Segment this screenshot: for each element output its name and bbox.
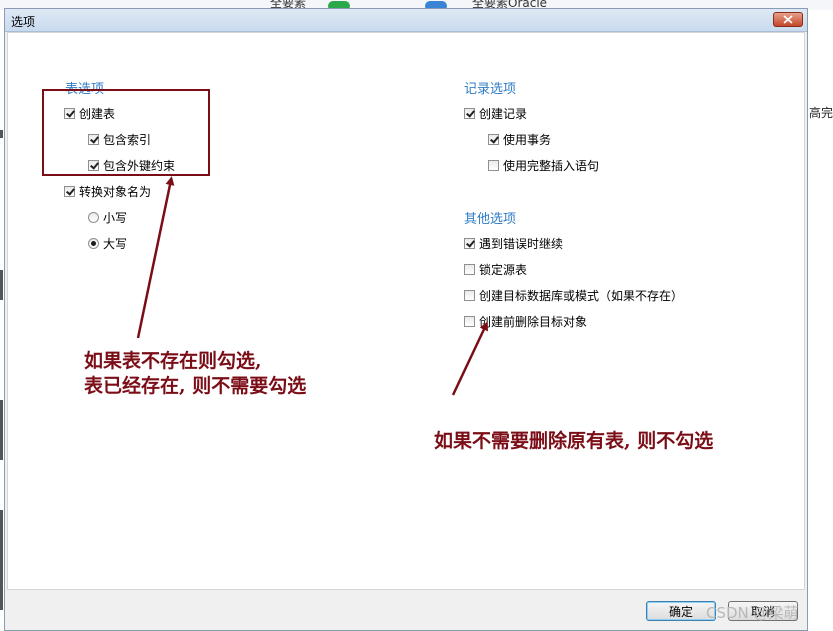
options-panel: 表选项 创建表 包含索引 包含外键约束 转换对象名为 小写 大写 记录选项 创建… xyxy=(7,32,805,590)
close-icon xyxy=(783,15,793,24)
options-dialog: 选项 表选项 创建表 包含索引 包含外键约束 转换对象名为 小写 大写 记录选项… xyxy=(4,8,808,631)
dialog-footer: 确定 取消 xyxy=(5,591,807,630)
other-options-title: 其他选项 xyxy=(464,212,517,227)
background-left-mark xyxy=(0,270,3,300)
use-complete-insert-option[interactable]: 使用完整插入语句 xyxy=(488,157,599,174)
background-right-text: 高完! xyxy=(809,106,833,120)
continue-on-error-checkbox[interactable] xyxy=(464,238,475,249)
use-complete-insert-label: 使用完整插入语句 xyxy=(503,159,600,173)
lock-source-table-label: 锁定源表 xyxy=(479,263,528,277)
lock-source-table-checkbox[interactable] xyxy=(464,264,475,275)
convert-object-names-option[interactable]: 转换对象名为 xyxy=(64,183,151,200)
uppercase-label: 大写 xyxy=(103,237,128,251)
drop-target-objects-label: 创建前删除目标对象 xyxy=(479,315,588,329)
create-records-label: 创建记录 xyxy=(479,107,528,121)
watermark: CSDN @梁萌 xyxy=(706,604,799,622)
uppercase-radio[interactable] xyxy=(88,238,99,249)
create-target-db-option[interactable]: 创建目标数据库或模式（如果不存在） xyxy=(464,287,683,304)
background-left-mark xyxy=(0,510,3,610)
lowercase-label: 小写 xyxy=(103,211,128,225)
dialog-title: 选项 xyxy=(11,15,36,29)
close-button[interactable] xyxy=(773,12,803,27)
continue-on-error-option[interactable]: 遇到错误时继续 xyxy=(464,235,563,252)
dialog-titlebar[interactable]: 选项 xyxy=(5,9,807,32)
create-target-db-label: 创建目标数据库或模式（如果不存在） xyxy=(479,289,684,303)
background-left-mark xyxy=(0,130,3,138)
annotation-highlight-box xyxy=(42,89,210,176)
use-transaction-checkbox[interactable] xyxy=(488,134,499,145)
lowercase-option[interactable]: 小写 xyxy=(88,209,127,226)
continue-on-error-label: 遇到错误时继续 xyxy=(479,237,564,251)
lowercase-radio[interactable] xyxy=(88,212,99,223)
use-transaction-option[interactable]: 使用事务 xyxy=(488,131,551,148)
create-records-checkbox[interactable] xyxy=(464,108,475,119)
use-complete-insert-checkbox[interactable] xyxy=(488,160,499,171)
annotation-left-line1: 如果表不存在则勾选, xyxy=(84,350,262,372)
uppercase-option[interactable]: 大写 xyxy=(88,235,127,252)
drop-target-objects-option[interactable]: 创建前删除目标对象 xyxy=(464,313,587,330)
annotation-right-line: 如果不需要删除原有表, 则不勾选 xyxy=(434,430,714,452)
annotation-left-line2: 表已经存在, 则不需要勾选 xyxy=(84,375,307,397)
background-left-mark xyxy=(0,400,3,460)
convert-object-names-label: 转换对象名为 xyxy=(79,185,152,199)
record-options-title: 记录选项 xyxy=(464,82,517,97)
convert-object-names-checkbox[interactable] xyxy=(64,186,75,197)
use-transaction-label: 使用事务 xyxy=(503,133,552,147)
create-target-db-checkbox[interactable] xyxy=(464,290,475,301)
create-records-option[interactable]: 创建记录 xyxy=(464,105,527,122)
lock-source-table-option[interactable]: 锁定源表 xyxy=(464,261,527,278)
drop-target-objects-checkbox[interactable] xyxy=(464,316,475,327)
